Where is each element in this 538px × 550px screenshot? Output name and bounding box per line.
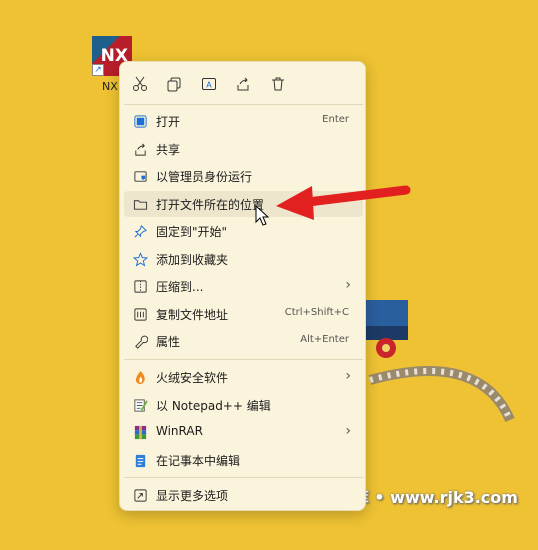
menu-item-shortcut: Enter [322,114,349,125]
notepadpp-icon [132,397,148,413]
menu-item-label: 在记事本中编辑 [156,454,241,468]
chevron-right-icon: › [345,277,351,293]
menu-item-show-more-options[interactable]: 显示更多选项 [124,482,363,508]
copy-path-icon [132,306,148,322]
admin-shield-icon [132,168,148,184]
menu-divider [124,359,363,360]
copy-icon [167,77,181,92]
menu-item-label: 打开文件所在的位置 [156,198,265,212]
cut-icon [133,76,147,91]
menu-item-label: 打开 [156,115,181,129]
pin-icon [132,223,148,239]
share-icon [132,141,148,157]
menu-item-properties[interactable]: 属性 Alt+Enter [124,328,363,354]
menu-item-winrar[interactable]: WinRAR › [124,419,363,445]
menu-item-label: 压缩到... [156,280,204,294]
menu-item-label: 复制文件地址 [156,308,229,322]
compress-icon [132,278,148,294]
delete-button[interactable] [266,72,290,96]
winrar-icon [132,424,148,440]
huorong-icon [132,369,148,385]
menu-item-shortcut: Alt+Enter [300,334,349,345]
menu-item-add-to-favorites[interactable]: 添加到收藏夹 [124,246,363,272]
menu-item-label: 共享 [156,143,181,157]
desktop-shortcut-label: NX [102,80,118,93]
folder-icon [132,196,148,212]
toy-train-illustration [364,300,515,423]
menu-item-label: 以 Notepad++ 编辑 [156,399,271,413]
open-icon [132,113,148,129]
menu-item-compress-to[interactable]: 压缩到... › [124,273,363,299]
share-button[interactable] [231,72,255,96]
menu-item-label: 属性 [156,335,181,349]
menu-item-label: 以管理员身份运行 [156,170,253,184]
chevron-right-icon: › [345,368,351,384]
delete-icon [272,77,284,91]
svg-text:A: A [206,81,212,90]
rename-button[interactable]: A [197,72,221,96]
menu-divider [124,477,363,478]
wrench-icon [132,333,148,349]
menu-item-label: WinRAR [156,424,203,438]
menu-item-edit-in-notepad[interactable]: 在记事本中编辑 [124,447,363,473]
more-options-icon [132,487,148,503]
menu-item-notepadpp[interactable]: 以 Notepad++ 编辑 [124,392,363,418]
menu-item-huorong[interactable]: 火绒安全软件 › [124,364,363,390]
cut-button[interactable] [128,72,152,96]
menu-item-share[interactable]: 共享 [124,136,363,162]
menu-item-shortcut: Ctrl+Shift+C [284,307,349,318]
notepad-icon [132,452,148,468]
menu-item-open[interactable]: 打开 Enter [124,108,363,134]
menu-item-label: 显示更多选项 [156,489,229,503]
star-icon [132,251,148,267]
menu-item-copy-file-path[interactable]: 复制文件地址 Ctrl+Shift+C [124,301,363,327]
menu-item-label: 固定到"开始" [156,225,228,239]
copy-button[interactable] [162,72,186,96]
mouse-cursor-icon [255,205,270,226]
context-menu: A 打开 Enter 共享 以管理员身份运行 打开文件所在的位置 固定到"开始"… [119,61,366,511]
menu-item-label: 添加到收藏夹 [156,253,229,267]
share-icon [237,77,249,91]
menu-divider [124,104,363,105]
rename-icon: A [202,78,216,90]
shortcut-arrow-icon: ↗ [92,64,104,76]
menu-item-label: 火绒安全软件 [156,371,229,385]
context-menu-toolbar: A [120,68,365,100]
chevron-right-icon: › [345,423,351,439]
red-arrow-annotation [276,185,411,220]
